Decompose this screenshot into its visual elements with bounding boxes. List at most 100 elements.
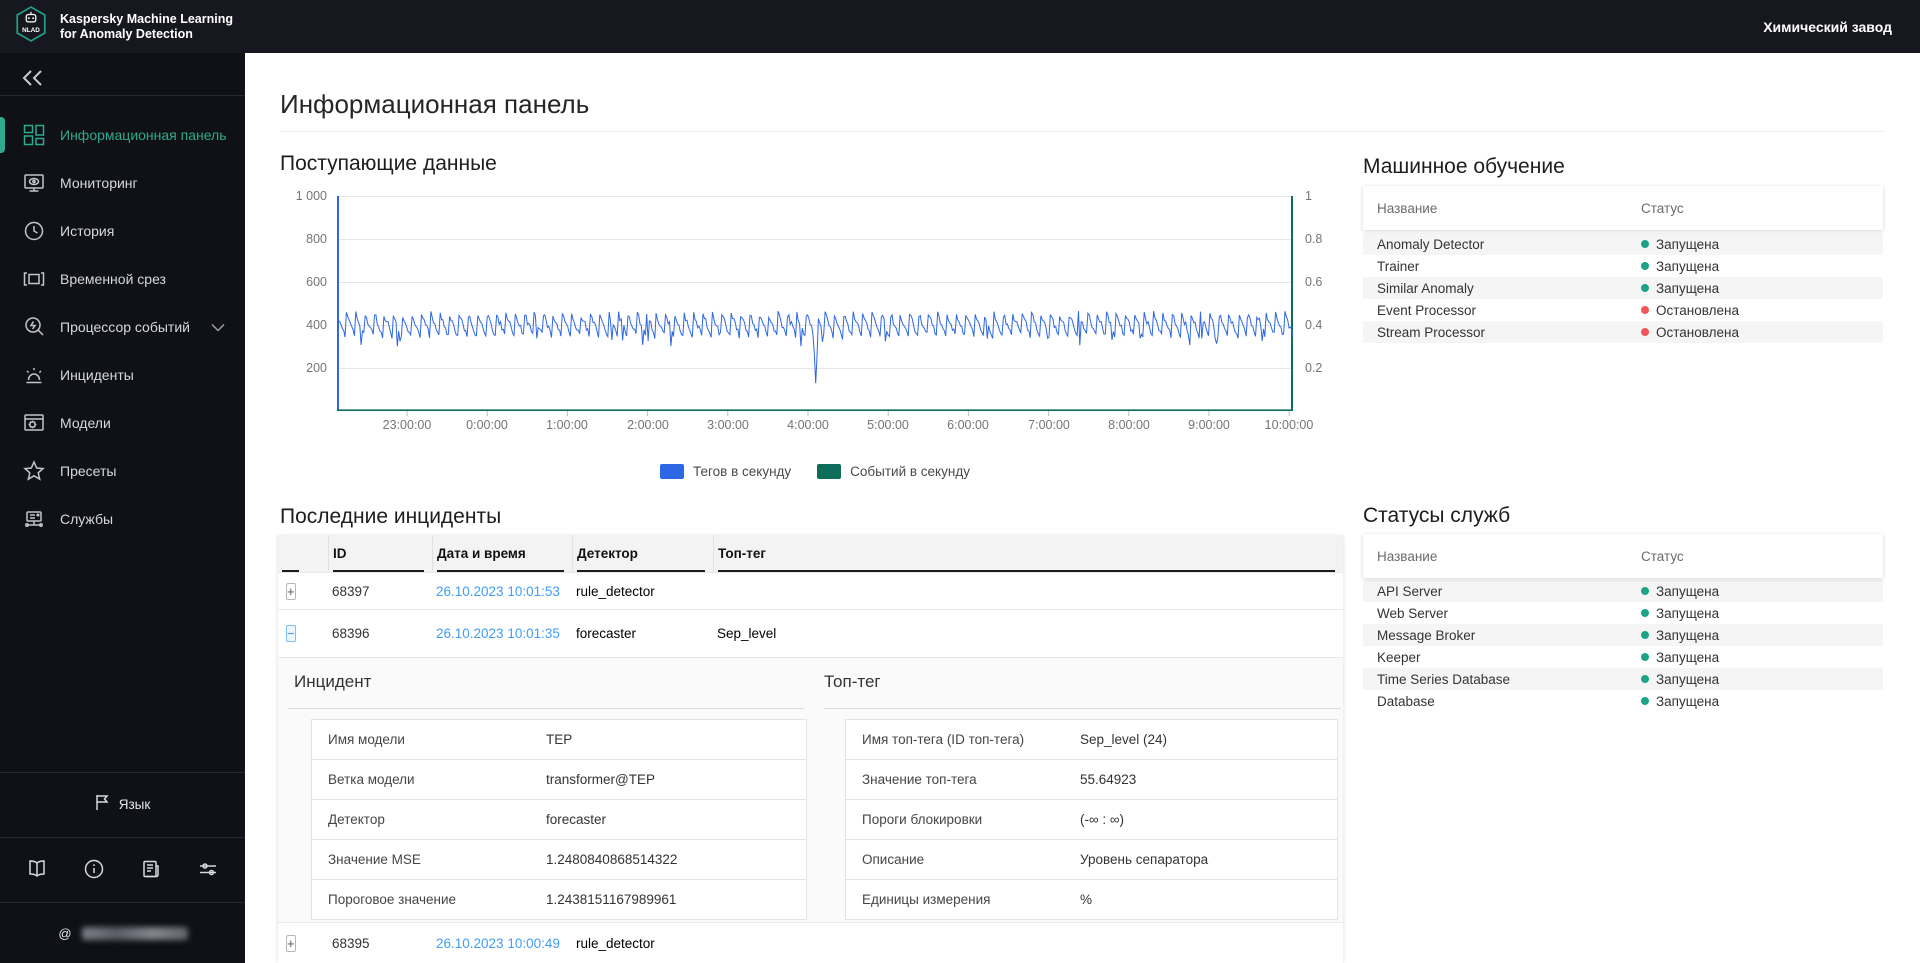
sidebar-item-models[interactable]: Модели [0,399,245,447]
legend-item-tags: Тегов в секунду [660,463,791,479]
y2-axis-tick: 1 [1305,189,1312,203]
legend-swatch-green [817,463,842,479]
services-title: Статусы служб [1363,504,1511,527]
table-row: Stream Processor Остановлена [1363,321,1883,343]
incident-datetime-link[interactable]: 26.10.2023 10:01:53 [432,584,572,599]
sidebar-item-label: Мониторинг [60,175,138,191]
incident-row: + 68397 26.10.2023 10:01:53 rule_detecto… [278,572,1343,609]
x-axis-tick: 0:00:00 [466,418,508,432]
settings-sliders-icon[interactable] [197,858,219,880]
sidebar-item-monitoring[interactable]: Мониторинг [0,159,245,207]
app-logo-icon: NLAD [14,6,48,47]
divider [0,772,245,773]
series-tags-per-second [336,310,1294,384]
sidebar-item-event-processor[interactable]: Процессор событий [0,303,245,351]
status-dot-running [1641,675,1649,683]
column-header-name[interactable]: Название [1363,201,1641,216]
x-axis-tick: 5:00:00 [867,418,909,432]
table-row: Time Series Database Запущена [1363,668,1883,690]
incidents-table-header: ID Дата и время Детектор Топ-тег [278,535,1343,572]
user-email-redacted [82,926,188,940]
status-badge: Остановлена [1656,324,1739,340]
status-badge: Запущена [1656,627,1720,643]
plant-selector[interactable]: Химический завод [1763,19,1920,35]
history-icon [22,219,46,243]
chevron-down-icon[interactable] [211,319,225,335]
divider [0,902,245,903]
news-icon[interactable] [140,858,162,880]
expand-button[interactable]: + [286,934,296,952]
table-row: Anomaly Detector Запущена [1363,233,1883,255]
sidebar-item-label: Процессор событий [60,319,190,335]
column-header-expand[interactable] [278,535,328,572]
app-title: Kaspersky Machine Learning for Anomaly D… [60,11,233,41]
status-badge: Запущена [1656,258,1720,274]
collapse-button[interactable]: − [286,625,296,642]
sidebar-item-label: Модели [60,415,111,431]
column-header-status[interactable]: Статус [1641,549,1684,564]
column-header-detector[interactable]: Детектор [572,535,713,572]
status-dot-running [1641,262,1649,270]
time-slice-icon [22,267,46,291]
manual-book-icon[interactable] [26,858,48,880]
sidebar-collapse-icon[interactable] [20,67,50,91]
x-axis-tick: 8:00:00 [1108,418,1150,432]
table-row: Message Broker Запущена [1363,624,1883,646]
status-badge: Запущена [1656,693,1720,709]
active-indicator [0,117,5,153]
user-at-icon: @ [58,925,72,941]
language-button[interactable]: Язык [0,792,245,816]
info-icon[interactable] [83,858,105,880]
y-axis-tick: 400 [306,318,327,332]
y-axis-tick: 200 [306,361,327,375]
sidebar-item-label: История [60,223,115,239]
sidebar-item-label: Информационная панель [60,127,227,143]
sidebar-item-history[interactable]: История [0,207,245,255]
incoming-data-chart: 1 000 800 600 400 200 1 0.8 0.6 0.4 0.2 … [296,189,1322,496]
column-header-status[interactable]: Статус [1641,201,1684,216]
sidebar: Информационная панель Мониторинг История [0,53,245,963]
column-header-datetime[interactable]: Дата и время [432,535,572,572]
column-header-toptag[interactable]: Топ-тег [713,535,1343,572]
detail-row: Значение топ-тега 55.64923 [846,760,1337,800]
column-header-name[interactable]: Название [1363,549,1641,564]
status-badge: Запущена [1656,280,1720,296]
detail-row: Ветка модели transformer@TEP [312,760,806,800]
status-badge: Запущена [1656,236,1720,252]
sidebar-item-presets[interactable]: Пресеты [0,447,245,495]
incidents-icon [22,363,46,387]
table-row: API Server Запущена [1363,580,1883,602]
x-axis-tick: 4:00:00 [787,418,829,432]
legend-item-events: Событий в секунду [817,463,970,479]
status-dot-stopped [1641,306,1649,314]
sidebar-item-dashboard[interactable]: Информационная панель [0,111,245,159]
incident-datetime-link[interactable]: 26.10.2023 10:01:35 [432,626,572,641]
sidebar-nav: Информационная панель Мониторинг История [0,111,245,543]
y-axis-tick: 800 [306,232,327,246]
y-axis-tick: 600 [306,275,327,289]
detail-row: Пороговое значение 1.2438151167989961 [312,880,806,920]
table-row: Similar Anomaly Запущена [1363,277,1883,299]
sidebar-item-label: Службы [60,511,114,527]
sidebar-item-services[interactable]: Службы [0,495,245,543]
detail-row: Описание Уровень сепаратора [846,840,1337,880]
status-dot-running [1641,697,1649,705]
x-axis-tick: 2:00:00 [627,418,669,432]
expand-button[interactable]: + [286,582,296,600]
main-content: Информационная панель Поступающие данные… [245,53,1920,963]
divider [0,837,245,838]
x-axis-tick: 7:00:00 [1028,418,1070,432]
detail-row: Пороги блокировки (-∞ : ∞) [846,800,1337,840]
incident-id: 68397 [332,583,370,599]
incident-id: 68396 [332,626,370,641]
models-icon [22,411,46,435]
incident-panel-title: Инцидент [294,672,372,691]
divider [288,708,804,709]
column-header-id[interactable]: ID [328,535,432,572]
sidebar-item-time-slice[interactable]: Временной срез [0,255,245,303]
incidents-title: Последние инциденты [280,505,502,528]
sidebar-item-incidents[interactable]: Инциденты [0,351,245,399]
incident-datetime-link[interactable]: 26.10.2023 10:00:49 [432,936,572,951]
table-row: Trainer Запущена [1377,258,1720,274]
user-account[interactable]: @ [0,922,245,944]
